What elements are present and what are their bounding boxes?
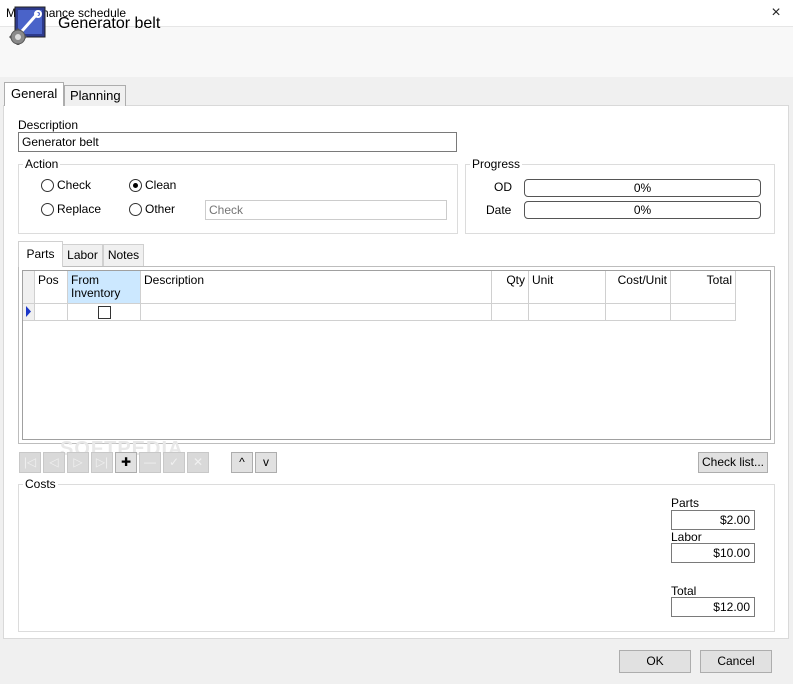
date-label: Date [486,203,512,217]
column-cost-unit[interactable]: Cost/Unit [606,271,671,304]
clean-radio[interactable] [129,179,142,192]
other-action-input[interactable] [205,200,447,220]
total-cost-label: Total [671,584,697,598]
next-record-button[interactable]: ▷ [67,452,89,473]
column-from-inventory-line2: Inventory [71,286,121,300]
column-total[interactable]: Total [671,271,736,304]
cell-qty[interactable] [492,304,529,321]
cancel-button[interactable]: Cancel [700,650,772,673]
parts-grid[interactable]: Pos From Inventory Description Qty Unit … [22,270,771,440]
move-down-button[interactable]: v [255,452,277,473]
progress-group [465,164,775,234]
cell-cost-unit[interactable] [606,304,671,321]
row-header-column [23,271,35,304]
column-pos[interactable]: Pos [35,271,68,304]
cell-from-inventory[interactable] [68,304,141,321]
cell-description[interactable] [141,304,492,321]
cell-total[interactable] [671,304,736,321]
check-radio-label: Check [57,178,92,192]
od-label: OD [494,180,512,194]
costs-group-label: Costs [23,477,58,491]
progress-group-label: Progress [470,157,523,171]
cell-unit[interactable] [529,304,606,321]
last-record-button[interactable]: ▷| [91,452,113,473]
close-icon[interactable]: × [766,3,786,23]
date-progress-bar: 0% [524,201,761,219]
tab-planning[interactable]: Planning [64,85,126,106]
replace-radio-label: Replace [57,202,102,216]
other-radio-label: Other [145,202,176,216]
action-group-label: Action [23,157,61,171]
tab-labor[interactable]: Labor [62,244,103,266]
costs-group [18,484,775,632]
description-label: Description [18,118,79,132]
header-band [0,27,793,77]
other-radio[interactable] [129,203,142,216]
tab-general[interactable]: General [4,82,64,106]
cell-pos[interactable] [35,304,68,321]
post-record-button[interactable]: ✓ [163,452,185,473]
description-input[interactable] [18,132,457,152]
move-up-button[interactable]: ^ [231,452,253,473]
column-from-inventory[interactable]: From Inventory [68,271,141,304]
page-title: Generator belt [58,15,161,32]
column-unit[interactable]: Unit [529,271,606,304]
current-row-indicator [23,304,35,321]
check-list-button[interactable]: Check list... [698,452,768,473]
column-description[interactable]: Description [141,271,492,304]
total-cost-field: $12.00 [671,597,755,617]
prev-record-button[interactable]: ◁ [43,452,65,473]
tab-notes[interactable]: Notes [103,244,144,266]
parts-cost-field: $2.00 [671,510,755,530]
from-inventory-checkbox[interactable] [98,306,111,319]
tab-parts[interactable]: Parts [18,241,63,267]
column-qty[interactable]: Qty [492,271,529,304]
delete-record-button[interactable]: — [139,452,161,473]
labor-cost-field: $10.00 [671,543,755,563]
od-progress-bar: 0% [524,179,761,197]
check-radio[interactable] [41,179,54,192]
cancel-record-button[interactable]: ✕ [187,452,209,473]
add-record-button[interactable]: ✚ [115,452,137,473]
labor-cost-label: Labor [671,530,702,544]
clean-radio-label: Clean [145,178,177,192]
first-record-button[interactable]: |◁ [19,452,41,473]
ok-button[interactable]: OK [619,650,691,673]
action-group [18,164,458,234]
maintenance-tools-icon [8,5,48,46]
replace-radio[interactable] [41,203,54,216]
parts-cost-label: Parts [671,496,700,510]
